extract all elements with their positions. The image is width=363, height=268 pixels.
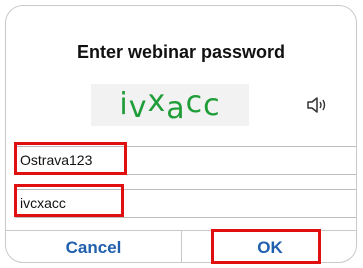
password-input[interactable] bbox=[20, 149, 220, 171]
ok-button[interactable]: OK bbox=[182, 231, 356, 262]
captcha-char: x bbox=[147, 84, 167, 119]
captcha-char: c bbox=[185, 85, 204, 120]
captcha-input[interactable] bbox=[20, 192, 220, 214]
captcha-char: v bbox=[128, 90, 148, 125]
stage: Enter webinar password ivxacc Cancel OK bbox=[0, 0, 363, 268]
captcha-char: i bbox=[119, 87, 129, 122]
captcha-char: a bbox=[166, 91, 186, 126]
password-dialog: Enter webinar password ivxacc Cancel OK bbox=[5, 5, 357, 263]
speaker-icon[interactable] bbox=[305, 94, 329, 116]
dialog-title: Enter webinar password bbox=[76, 42, 286, 62]
cancel-button[interactable]: Cancel bbox=[6, 231, 181, 262]
button-bar: Cancel OK bbox=[6, 230, 356, 262]
captcha-char: c bbox=[203, 88, 221, 123]
captcha-image: ivxacc bbox=[91, 84, 249, 126]
captcha-text: ivxacc bbox=[119, 84, 221, 125]
captcha-field bbox=[15, 189, 356, 218]
password-field bbox=[15, 146, 356, 175]
